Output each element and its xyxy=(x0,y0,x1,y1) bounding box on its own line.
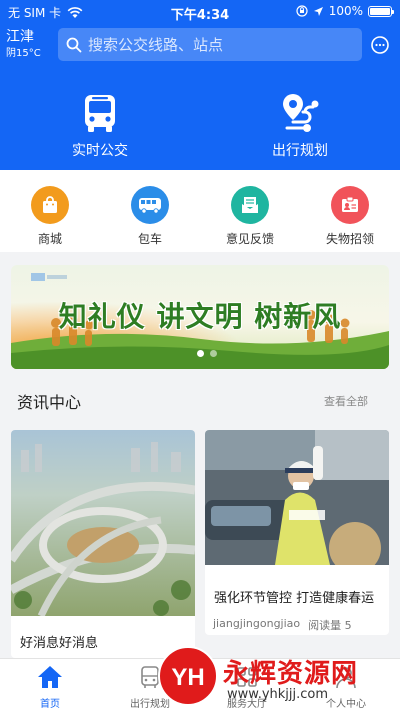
read-count-value: 5 xyxy=(344,619,352,632)
news-read-count: 阅读量 5 xyxy=(308,617,352,633)
tab-label: 首页 xyxy=(40,699,60,710)
battery-percent: 100% xyxy=(328,4,363,18)
promo-banner[interactable]: 知礼仪 讲文明 树新风 xyxy=(11,265,389,369)
quick-item-charter[interactable]: 包车 xyxy=(110,186,190,247)
quick-label-feedback: 意见反馈 xyxy=(225,232,274,246)
city-label[interactable]: 江津 xyxy=(6,29,34,45)
realtime-bus-label: 实时公交 xyxy=(72,143,128,159)
trip-planning-label: 出行规划 xyxy=(272,143,328,159)
quick-item-feedback[interactable]: 意见反馈 xyxy=(210,186,290,247)
tab-home[interactable]: 首页 xyxy=(10,665,90,710)
carousel-dot[interactable] xyxy=(197,350,204,357)
location-arrow-icon xyxy=(313,6,323,16)
home-icon xyxy=(38,666,62,688)
svg-text:YH: YH xyxy=(171,664,204,691)
quick-label-mall: 商城 xyxy=(37,232,62,246)
news-card-meta: jiangjingongjiao 阅读量 5 xyxy=(205,617,389,633)
realtime-bus-button[interactable]: 实时公交 xyxy=(0,92,200,160)
app-header: 无 SIM 卡 下午4:34 100% 江津 阴15°C 搜索公交线路、站点 实… xyxy=(0,0,400,170)
watermark-url: www.yhkjjj.com xyxy=(227,687,329,702)
quick-label-charter: 包车 xyxy=(137,232,162,246)
news-section-header: 资讯中心 查看全部 xyxy=(0,385,400,415)
carousel-dot[interactable] xyxy=(210,350,217,357)
search-icon xyxy=(66,37,82,52)
news-card[interactable]: 强化环节管控 打造健康春运 jiangjingongjiao 阅读量 5 xyxy=(205,430,389,635)
trip-planning-button[interactable]: 出行规划 xyxy=(200,92,400,160)
carousel-dots xyxy=(197,350,217,357)
quick-icon-circle xyxy=(131,186,169,224)
view-all-link[interactable]: 查看全部 xyxy=(324,393,368,409)
route-pin-icon xyxy=(283,94,319,132)
status-bar: 无 SIM 卡 下午4:34 100% xyxy=(0,0,400,23)
news-author: jiangjingongjiao xyxy=(213,617,301,630)
quick-icon-circle xyxy=(331,186,369,224)
coach-bus-icon xyxy=(139,198,161,214)
quick-icon-circle xyxy=(31,186,69,224)
id-card-icon xyxy=(342,196,358,212)
battery-icon xyxy=(368,5,394,17)
banner-slogan: 知礼仪 讲文明 树新风 xyxy=(58,300,342,333)
quick-icon-circle xyxy=(231,186,269,224)
read-count-label: 阅读量 xyxy=(308,619,342,632)
news-card[interactable]: 好消息好消息 xyxy=(11,430,195,658)
quick-services: 商城 包车 意见反馈 失物招领 xyxy=(0,170,400,252)
search-input[interactable] xyxy=(88,35,348,54)
quick-item-lost-found[interactable]: 失物招领 xyxy=(310,186,390,247)
rotation-lock-icon xyxy=(296,5,308,17)
weather-label: 阴15°C xyxy=(6,48,41,59)
site-watermark: YH 永辉资源网 www.yhkjjj.com xyxy=(157,645,400,710)
quick-label-lost-found: 失物招领 xyxy=(325,232,374,246)
chat-bubble-icon[interactable] xyxy=(370,35,390,55)
quick-item-mall[interactable]: 商城 xyxy=(10,186,90,247)
news-section-title: 资讯中心 xyxy=(17,393,82,412)
bus-front-icon xyxy=(85,95,115,132)
shopping-bag-icon xyxy=(43,196,57,213)
search-bar[interactable] xyxy=(58,28,362,61)
watermark-name: 永辉资源网 xyxy=(223,659,359,689)
highway-interchange-photo xyxy=(11,430,195,618)
watermark-logo: YH xyxy=(158,646,218,706)
news-card-title: 强化环节管控 打造健康春运 xyxy=(214,591,375,606)
mail-icon xyxy=(242,197,258,213)
traffic-police-photo xyxy=(205,430,389,574)
